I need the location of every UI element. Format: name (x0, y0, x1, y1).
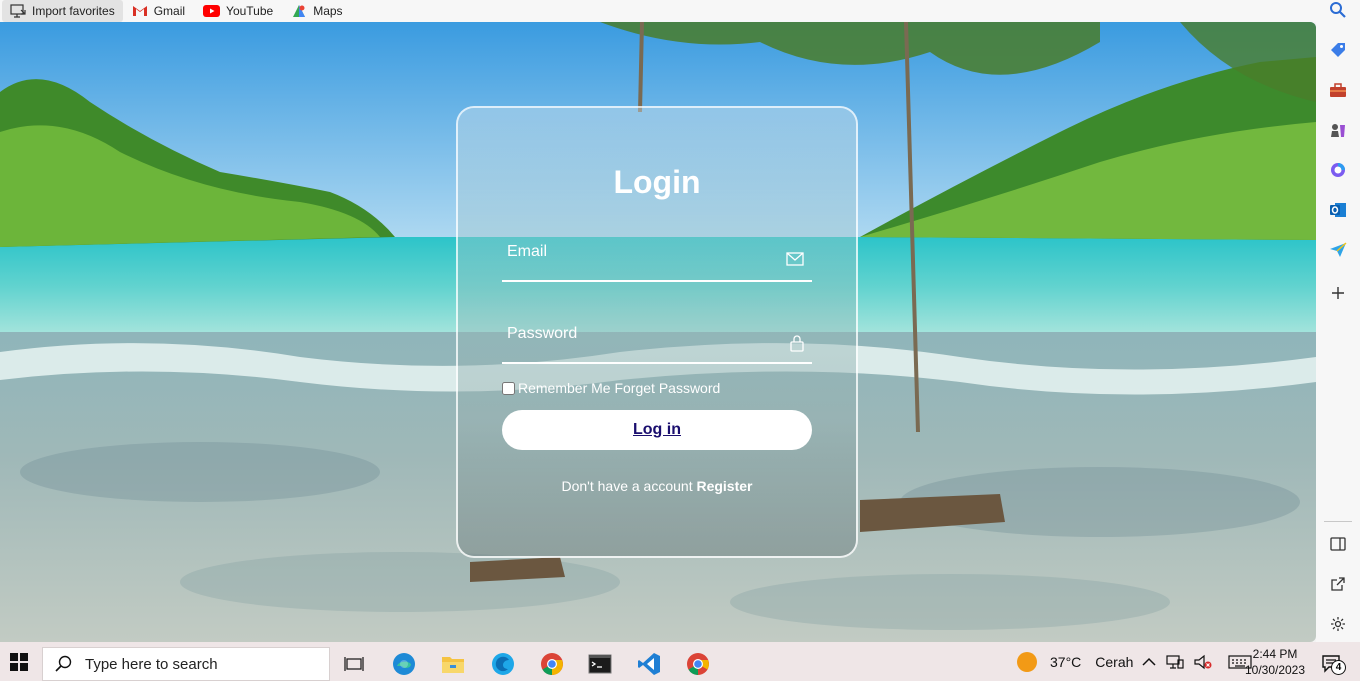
system-tray (1142, 642, 1252, 681)
email-field (502, 236, 812, 282)
page-viewport: Login Remember Me Forget Password Log in… (0, 22, 1316, 642)
file-explorer-icon[interactable] (433, 646, 473, 681)
start-button[interactable] (0, 642, 38, 681)
remember-me-checkbox[interactable] (502, 381, 515, 395)
youtube-icon (203, 5, 221, 17)
chess-icon[interactable] (1328, 120, 1348, 140)
favorite-import[interactable]: Import favorites (2, 0, 123, 22)
weather-temp: 37°C (1050, 653, 1082, 670)
outlook-icon[interactable] (1328, 200, 1348, 220)
settings-icon[interactable] (1328, 614, 1348, 634)
toolbox-icon[interactable] (1328, 80, 1348, 100)
maps-icon (293, 5, 306, 17)
register-prompt-text: Don't have a account (561, 478, 693, 494)
send-icon[interactable] (1328, 240, 1348, 260)
search-icon (55, 655, 72, 672)
network-icon[interactable] (1166, 654, 1184, 670)
windows-icon (10, 652, 28, 671)
sidebar-divider (1324, 521, 1352, 522)
favorite-label: Gmail (153, 4, 186, 18)
lock-icon (790, 335, 804, 352)
favorite-label: Import favorites (32, 4, 115, 18)
external-link-icon[interactable] (1328, 574, 1348, 594)
chevron-up-icon[interactable] (1142, 657, 1156, 667)
password-field (502, 318, 812, 364)
notification-center-button[interactable]: 4 (1312, 646, 1352, 681)
login-title: Login (613, 164, 701, 200)
office-icon[interactable] (1328, 160, 1348, 180)
notification-badge: 4 (1331, 660, 1346, 675)
favorite-label: Maps (313, 4, 343, 18)
add-icon[interactable] (1328, 283, 1348, 303)
split-screen-icon[interactable] (1328, 534, 1348, 554)
email-input[interactable] (502, 236, 812, 280)
volume-muted-icon[interactable] (1194, 654, 1212, 670)
login-card: Login Remember Me Forget Password Log in… (456, 106, 858, 558)
sun-icon (1017, 651, 1037, 672)
tag-icon[interactable] (1328, 40, 1348, 60)
weather-condition: Cerah (1095, 653, 1134, 670)
import-icon (10, 4, 26, 18)
favorite-youtube[interactable]: YouTube (194, 0, 282, 22)
password-input[interactable] (502, 318, 812, 362)
search-icon[interactable] (1328, 0, 1348, 20)
clock-date: 10/30/2023 (1244, 663, 1306, 677)
login-button[interactable]: Log in (502, 410, 812, 450)
clock[interactable]: 2:44 PM 10/30/2023 (1238, 646, 1312, 678)
edge-icon[interactable] (384, 646, 424, 681)
task-view-icon[interactable] (334, 646, 374, 681)
clock-time: 2:44 PM (1252, 647, 1298, 661)
remember-label: Remember Me Forget Password (518, 380, 721, 396)
taskbar-search[interactable]: Type here to search (42, 647, 330, 681)
taskbar-search-placeholder: Type here to search (85, 655, 218, 673)
favorites-bar: Import favorites Gmail YouTube Maps (0, 0, 1316, 22)
terminal-icon[interactable] (580, 646, 620, 681)
favorite-gmail[interactable]: Gmail (123, 0, 194, 22)
mail-icon (786, 252, 804, 266)
edge-sidebar (1316, 0, 1360, 642)
chrome-icon[interactable] (532, 646, 572, 681)
favorite-label: YouTube (226, 4, 274, 18)
remember-row: Remember Me Forget Password (502, 380, 720, 396)
edge-beta-icon[interactable] (483, 646, 523, 681)
weather-widget[interactable]: 37°C Cerah (1016, 642, 1133, 681)
vscode-icon[interactable] (629, 646, 669, 681)
taskbar: Type here to search 37°C Cerah 2:44 PM 1… (0, 642, 1360, 681)
gmail-icon (132, 6, 147, 16)
register-link[interactable]: Register (696, 478, 752, 494)
register-prompt: Don't have a account Register (458, 478, 856, 494)
favorite-maps[interactable]: Maps (282, 0, 351, 22)
chrome-icon[interactable] (678, 646, 718, 681)
